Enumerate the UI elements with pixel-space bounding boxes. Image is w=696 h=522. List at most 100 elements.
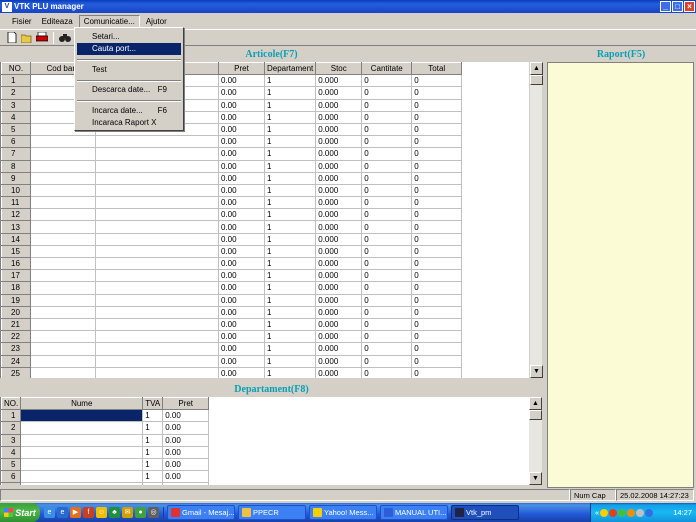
articles-cell[interactable]: 0.00 [218,281,265,295]
articles-cell[interactable] [30,244,96,259]
articles-column-header[interactable]: Departament [263,62,317,76]
new-file-icon[interactable] [6,32,18,44]
departments-row[interactable]: 5 1 0.00 [1,457,210,472]
media-icon[interactable]: ▶ [70,507,81,518]
articles-cell[interactable]: 1 [263,110,317,124]
scroll-down-icon[interactable]: ▼ [530,365,543,378]
task-vtk[interactable]: Vtk_pm [451,505,519,520]
articles-cell[interactable]: 0.000 [315,305,363,319]
articles-cell[interactable]: 0.000 [315,98,363,112]
app-tray-icon[interactable] [627,508,636,517]
articles-cell[interactable]: 0.00 [218,122,265,137]
articles-cell[interactable]: 0 [361,98,413,112]
articles-row[interactable]: 21 0.00 1 0.000 0 0 [1,317,463,332]
articles-row[interactable]: 14 0.00 1 0.000 0 0 [1,232,463,246]
articles-cell[interactable]: 0.000 [315,293,363,307]
volume-tray-icon[interactable] [636,508,645,517]
articles-cell[interactable]: 0.00 [218,98,265,112]
app-icon[interactable]: ● [135,507,146,518]
task-gmail[interactable]: Gmail - Mesaj... [167,505,235,520]
articles-cell[interactable]: 1 [263,293,317,307]
articles-cell[interactable]: 0 [361,183,413,198]
menu-item-cauta-port[interactable]: Cauta port... [77,43,181,55]
articles-cell[interactable]: 0.00 [218,196,265,210]
departments-cell[interactable] [20,482,144,485]
menu-item-test[interactable]: Test [77,64,181,76]
articles-cell[interactable] [30,366,96,378]
ie-icon[interactable]: e [44,507,55,518]
articles-cell[interactable]: 0.00 [218,220,265,234]
articles-cell[interactable]: 0 [411,244,463,259]
departments-cell[interactable] [20,421,144,435]
articles-cell[interactable] [95,196,219,210]
articles-cell[interactable]: 0.000 [315,74,363,88]
articles-cell[interactable]: 0 [361,208,413,222]
articles-row[interactable]: 8 0.00 1 0.000 0 0 [1,159,463,173]
firefox-icon[interactable]: f [83,507,94,518]
departments-cell[interactable]: 1 [142,445,164,459]
articles-row[interactable]: 18 0.00 1 0.000 0 0 [1,281,463,295]
articles-cell[interactable]: 0 [411,159,463,173]
articles-cell[interactable]: 0.000 [315,208,363,222]
articles-cell[interactable]: 0 [411,232,463,246]
departments-column-header[interactable]: NO. [1,397,22,411]
articles-cell[interactable]: 0.000 [315,220,363,234]
articles-cell[interactable]: 0 [411,110,463,124]
articles-cell[interactable] [30,147,96,161]
articles-cell[interactable]: 0.00 [218,244,265,259]
articles-cell[interactable]: 0 [411,354,463,368]
departments-cell[interactable]: 0.00 [162,409,210,423]
articles-cell[interactable]: 0.000 [315,281,363,295]
departments-cell[interactable]: 1 [142,457,164,472]
open-folder-icon[interactable] [21,32,33,44]
articles-cell[interactable]: 1 [263,135,317,149]
articles-cell[interactable] [30,317,96,332]
articles-cell[interactable]: 1 [263,317,317,332]
articles-cell[interactable]: 0 [361,354,413,368]
articles-cell[interactable]: 0 [411,147,463,161]
menu-editeaza[interactable]: Editeaza [38,16,77,27]
articles-row[interactable]: 17 0.00 1 0.000 0 0 [1,269,463,283]
articles-cell[interactable] [95,183,219,198]
articles-row[interactable]: 9 0.00 1 0.000 0 0 [1,171,463,185]
articles-cell[interactable]: 1 [263,86,317,100]
articles-cell[interactable]: 1 [263,122,317,137]
articles-row[interactable]: 24 0.00 1 0.000 0 0 [1,354,463,368]
articles-row[interactable]: 4 0.00 1 0.000 0 0 [1,110,463,124]
articles-cell[interactable]: 0.00 [218,305,265,319]
departments-cell[interactable] [20,433,144,447]
articles-cell[interactable]: 0.00 [218,330,265,344]
articles-row[interactable]: 10 0.00 1 0.000 0 0 [1,183,463,198]
scroll-thumb[interactable] [529,410,542,420]
departments-cell[interactable] [20,470,144,484]
articles-cell[interactable] [30,196,96,210]
departments-cell[interactable]: 1 [142,470,164,484]
clock[interactable]: 14:27 [673,508,692,517]
articles-cell[interactable]: 0.000 [315,330,363,344]
articles-cell[interactable]: 0.00 [218,147,265,161]
articles-cell[interactable]: 1 [263,74,317,88]
departments-cell[interactable]: 0.00 [162,421,210,435]
articles-row[interactable]: 19 0.00 1 0.000 0 0 [1,293,463,307]
articles-cell[interactable]: 0 [361,244,413,259]
antivirus-tray-icon[interactable] [609,508,618,517]
articles-cell[interactable] [30,183,96,198]
articles-cell[interactable]: 0.000 [315,342,363,356]
network-tray-icon[interactable] [618,508,627,517]
articles-cell[interactable]: 0.000 [315,269,363,283]
articles-cell[interactable]: 1 [263,281,317,295]
articles-cell[interactable] [95,208,219,222]
articles-cell[interactable]: 1 [263,269,317,283]
articles-cell[interactable]: 0 [361,366,413,378]
articles-cell[interactable]: 0.000 [315,183,363,198]
articles-row[interactable]: 5 0.00 1 0.000 0 0 [1,122,463,137]
articles-cell[interactable]: 0 [361,342,413,356]
articles-cell[interactable]: 0.00 [218,256,265,271]
menu-item-setari[interactable]: Setari... [77,31,181,43]
articles-cell[interactable]: 0 [361,232,413,246]
departments-column-header[interactable]: Pret [162,397,210,411]
articles-cell[interactable] [95,305,219,319]
articles-cell[interactable]: 0 [411,171,463,185]
articles-cell[interactable] [30,305,96,319]
articles-row[interactable]: 25 0.00 1 0.000 0 0 [1,366,463,378]
